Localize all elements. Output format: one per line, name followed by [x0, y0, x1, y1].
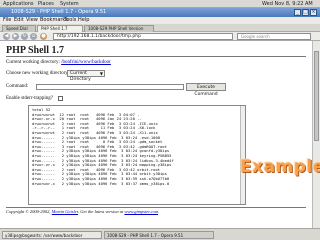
directory-select-value: Current Directory [70, 71, 91, 82]
footer-divider [6, 207, 306, 208]
footer-copyright: Copyright © 2000-2002, [6, 209, 51, 214]
output-scrollbar[interactable] [240, 106, 245, 204]
places-menu[interactable]: Places [38, 0, 54, 8]
minimize-icon[interactable]: _ [294, 9, 301, 16]
menu-view[interactable]: View [26, 17, 38, 24]
menu-file[interactable]: File [3, 17, 11, 24]
gimpster-link[interactable]: www.gimpster.com [124, 209, 158, 214]
cwd-label: Current working directory: [6, 60, 60, 65]
example-overlay: Example [240, 157, 320, 177]
taskbar-item-terminal[interactable]: y38ips@bogwarts: /var/www/backdoor [2, 231, 102, 239]
search-input[interactable]: Google search [237, 33, 311, 40]
close-icon[interactable]: × [310, 9, 317, 16]
taskbar: y38ips@bogwarts: /var/www/backdoor 1008-… [0, 228, 320, 240]
tab-bar: Speed Dial PHP Shell 1.7 1008-S29 PHP Sh… [0, 24, 320, 32]
applications-menu[interactable]: Applications [3, 0, 34, 8]
home-icon[interactable]: ⌂ [30, 33, 37, 40]
menu-bar: File Edit View Bookmarks Tools Help [0, 17, 320, 24]
page-title: PHP Shell 1.7 [6, 45, 65, 56]
page-scrollbar[interactable] [312, 41, 320, 228]
execute-command-button[interactable]: Execute Command [186, 83, 226, 97]
footer: Copyright © 2000-2002, Martin Geisler. G… [6, 209, 159, 214]
directory-select[interactable]: Current Directory ▼ [67, 70, 105, 82]
tab-speed-dial[interactable]: Speed Dial [2, 25, 36, 32]
address-input[interactable]: http://192.168.1.1/backdoor/tmp.php [53, 33, 233, 40]
tab-php-shell-version[interactable]: 1008-S29 PHP Shell Version [84, 25, 154, 32]
divider [6, 56, 306, 57]
scrollbar-thumb[interactable] [314, 51, 319, 141]
system-panel: Applications Places System Wed Nov 8, 9:… [0, 0, 320, 8]
stderr-checkbox[interactable] [58, 96, 63, 101]
taskbar-item-opera[interactable]: 1008-S29 - PHP Shell 1.7 - Opera 9.51 [104, 231, 214, 239]
clock: Wed Nov 8, 9:22 AM [262, 1, 313, 7]
command-input[interactable] [36, 84, 184, 90]
footer-end: . [158, 209, 160, 214]
stderr-label: Enable stderr-trapping? [6, 96, 53, 101]
command-output: total 52 drwxrwxrwt 12 root root 4096 Fe… [32, 107, 174, 186]
site-icon: ● [40, 33, 47, 40]
cwd-path-link[interactable]: /bonfrini/www/backdoor [61, 60, 111, 65]
cwd-line: Current working directory: /bonfrini/www… [6, 60, 111, 65]
command-label: Command: [6, 84, 29, 89]
change-dir-label: Choose new working directory: [6, 71, 70, 76]
menu-help[interactable]: Help [78, 17, 89, 24]
author-link[interactable]: Martin Geisler [52, 209, 78, 214]
output-textarea[interactable]: total 52 drwxrwxrwt 12 root root 4096 Fe… [28, 105, 246, 205]
menu-tools[interactable]: Tools [64, 17, 76, 24]
tab-php-shell[interactable]: PHP Shell 1.7 [37, 25, 83, 32]
back-icon[interactable]: ◀ [3, 33, 10, 40]
footer-middle: . Get the latest version at [78, 209, 124, 214]
window-titlebar: 1008-S29 - PHP Shell 1.7 - Opera 9.51 _ … [0, 8, 320, 17]
menu-edit[interactable]: Edit [14, 17, 24, 24]
address-toolbar: ◀ ▶ ↻ ⌂ ● http://192.168.1.1/backdoor/tm… [0, 32, 320, 41]
forward-icon[interactable]: ▶ [12, 33, 19, 40]
system-menu[interactable]: System [60, 0, 79, 8]
chevron-down-icon: ▼ [99, 71, 103, 76]
maximize-icon[interactable]: □ [302, 9, 309, 16]
window-title: 1008-S29 - PHP Shell 1.7 - Opera 9.51 [11, 9, 107, 15]
reload-icon[interactable]: ↻ [21, 33, 28, 40]
page-content: PHP Shell 1.7 Current working directory:… [0, 41, 312, 228]
